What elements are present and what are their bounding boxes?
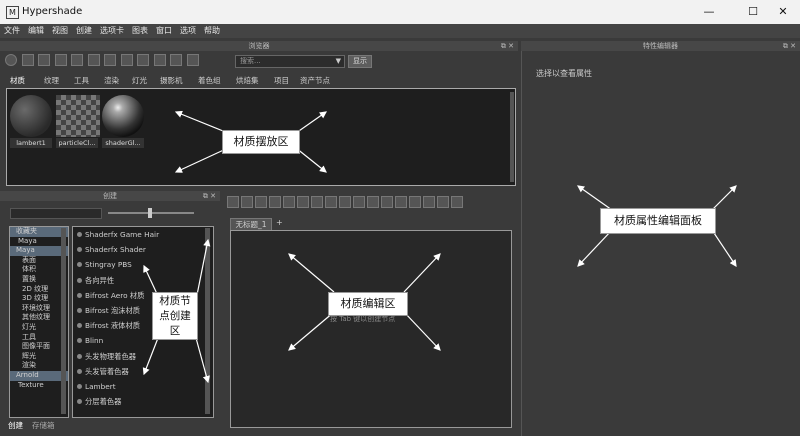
- arrow-line: [288, 253, 335, 293]
- arrow-line: [577, 185, 613, 211]
- callout-material-area: 材质摆放区: [222, 130, 300, 154]
- arrow-line: [195, 337, 210, 384]
- arrow-line: [711, 229, 737, 267]
- arrow-line: [288, 311, 335, 351]
- arrow-line: [295, 111, 327, 134]
- arrow-line: [174, 110, 229, 134]
- callout-node-create: 材质节点创建区: [152, 292, 198, 340]
- arrow-line: [195, 238, 211, 301]
- arrow-line: [174, 147, 229, 173]
- callout-node-editor: 材质编辑区: [328, 292, 408, 316]
- arrow-line: [403, 311, 441, 351]
- arrow-line: [577, 229, 613, 267]
- arrow-line: [711, 185, 737, 211]
- callout-property-panel: 材质属性编辑面板: [600, 208, 716, 234]
- arrow-line: [295, 147, 327, 173]
- arrow-line: [142, 337, 159, 376]
- arrow-line: [403, 253, 441, 293]
